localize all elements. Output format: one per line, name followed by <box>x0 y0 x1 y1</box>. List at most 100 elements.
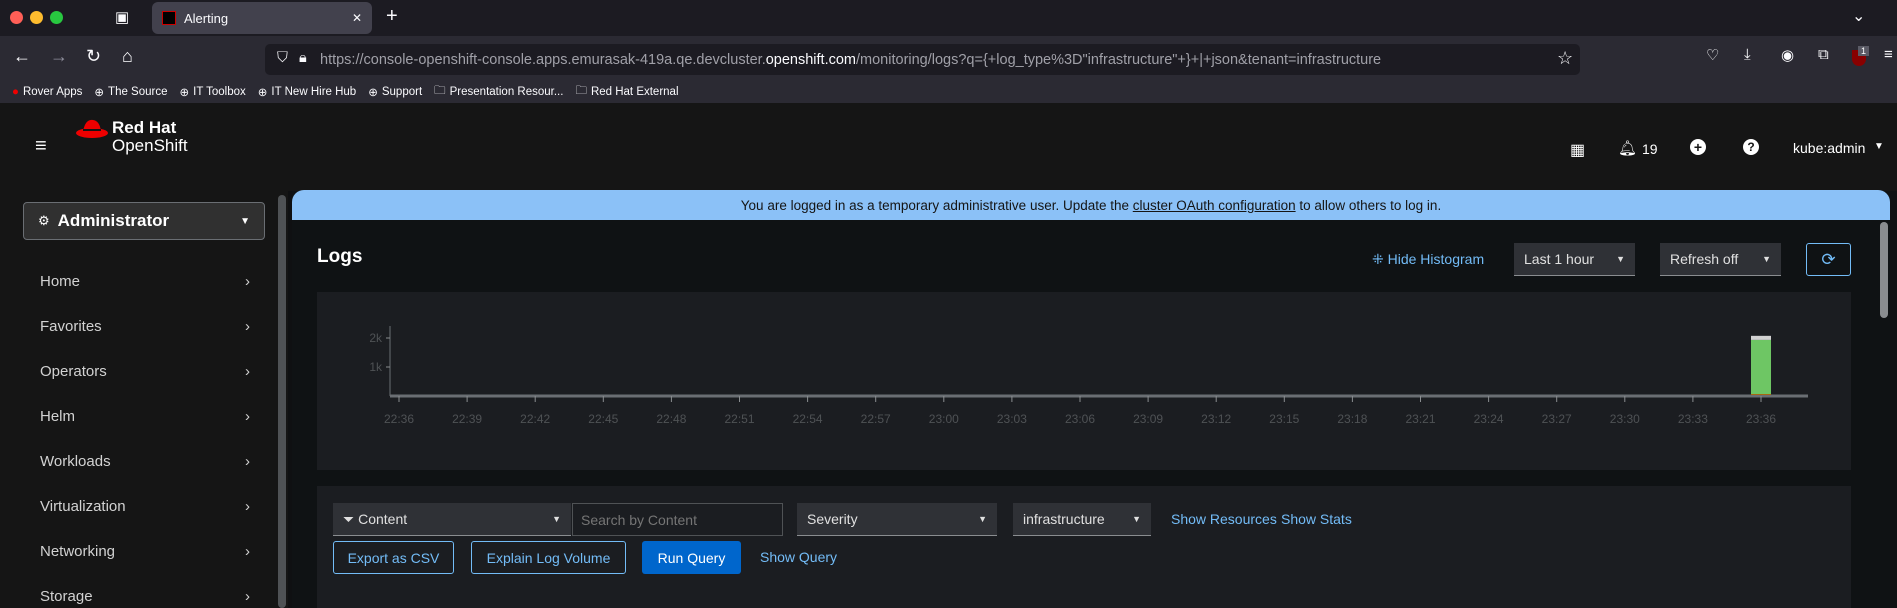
refresh-interval-dropdown[interactable]: Refresh off ▼ <box>1660 243 1781 276</box>
sidebar-item-label: Virtualization <box>40 498 126 515</box>
close-tab-icon[interactable]: ✕ <box>352 11 362 25</box>
redhat-logo-icon[interactable] <box>75 117 109 144</box>
show-stats-link[interactable]: Show Stats <box>1281 511 1352 527</box>
severity-dropdown[interactable]: Severity ▼ <box>797 503 997 536</box>
user-menu[interactable]: kube:admin <box>1793 140 1865 156</box>
chevron-right-icon: › <box>245 543 250 560</box>
reload-icon[interactable]: ↻ <box>86 46 101 67</box>
x-tick-label: 23:18 <box>1337 412 1367 426</box>
import-plus-icon[interactable]: + <box>1690 139 1706 155</box>
sync-icon: ⟳ <box>1821 249 1836 269</box>
sidebar-item-helm[interactable]: Helm › <box>40 408 250 425</box>
bookmark-the-source[interactable]: ⊕ The Source <box>94 85 167 99</box>
download-icon[interactable]: ⤓ <box>1744 46 1751 63</box>
lock-warning-icon[interactable]: 🔒︎ <box>299 50 307 66</box>
maximize-window-button[interactable] <box>50 11 63 24</box>
home-icon[interactable]: ⌂ <box>122 46 133 67</box>
globe-icon: ⊕ <box>179 87 190 99</box>
perspective-label: Administrator <box>57 211 170 230</box>
show-query-link[interactable]: Show Query <box>760 549 837 565</box>
new-tab-button[interactable]: + <box>386 5 398 28</box>
caret-down-icon[interactable]: ▼ <box>1874 141 1884 152</box>
back-arrow-icon[interactable]: ← <box>13 46 31 67</box>
export-csv-button[interactable]: Export as CSV <box>333 541 454 574</box>
x-tick-label: 23:09 <box>1133 412 1163 426</box>
bookmark-it-new-hire-hub[interactable]: ⊕ IT New Hire Hub <box>258 85 356 99</box>
bookmark-it-toolbox[interactable]: ⊕ IT Toolbox <box>180 85 246 99</box>
sidebar-item-label: Helm <box>40 408 76 425</box>
x-tick-label: 22:57 <box>861 412 891 426</box>
sidebar-scrollbar[interactable] <box>278 195 286 608</box>
folder-icon: 🗀 <box>434 84 446 97</box>
sidebar-item-home[interactable]: Home › <box>40 273 250 290</box>
browser-tab-alerting[interactable]: Alerting ✕ <box>152 2 372 34</box>
compress-icon: ⁜ <box>1372 251 1388 267</box>
sidebar-item-workloads[interactable]: Workloads › <box>40 453 250 470</box>
bookmark-presentation-resources[interactable]: 🗀 Presentation Resour... <box>434 83 563 102</box>
cluster-oauth-link[interactable]: cluster OAuth configuration <box>1133 198 1296 213</box>
refresh-interval-value: Refresh off <box>1670 251 1739 267</box>
main-scrollbar[interactable] <box>1880 222 1888 318</box>
show-resources-link[interactable]: Show Resources <box>1171 511 1277 527</box>
cogs-icon: ⚙ <box>38 213 50 228</box>
x-tick-label: 23:30 <box>1610 412 1640 426</box>
brand-line2: OpenShift <box>112 136 188 155</box>
chevron-right-icon: › <box>245 318 250 335</box>
x-tick-label: 23:27 <box>1542 412 1572 426</box>
tab-overview-icon[interactable]: ▣ <box>115 8 129 26</box>
pocket-icon[interactable]: ♡ <box>1706 46 1719 64</box>
filter-icon: ⏷ <box>343 510 359 527</box>
extensions-icon[interactable]: ⧉ <box>1818 46 1829 63</box>
banner-text: to allow others to log in. <box>1295 197 1442 213</box>
tenant-dropdown[interactable]: infrastructure ▼ <box>1013 503 1151 536</box>
run-query-button[interactable]: Run Query <box>642 541 741 574</box>
globe-icon: ⊕ <box>94 87 105 99</box>
hamburger-menu-icon[interactable]: ≡ <box>35 135 47 158</box>
tenant-value: infrastructure <box>1023 511 1105 527</box>
close-window-button[interactable] <box>10 11 23 24</box>
bookmark-star-icon[interactable]: ☆ <box>1557 48 1573 69</box>
x-tick-label: 23:12 <box>1201 412 1231 426</box>
caret-down-icon: ▼ <box>1616 254 1625 264</box>
sidebar-item-storage[interactable]: Storage › <box>40 588 250 605</box>
perspective-switcher[interactable]: ⚙ Administrator ▼ <box>23 202 265 240</box>
bookmark-label: Support <box>381 86 423 98</box>
hide-histogram-button[interactable]: ⁜ Hide Histogram <box>1372 251 1484 268</box>
content-search-input[interactable] <box>572 503 783 536</box>
x-tick-label: 22:36 <box>384 412 414 426</box>
x-tick-label: 22:48 <box>656 412 686 426</box>
app-menu-icon[interactable]: ≡ <box>1884 46 1893 63</box>
account-icon[interactable]: ◉ <box>1781 46 1794 64</box>
help-icon[interactable]: ? <box>1743 139 1759 155</box>
caret-down-icon: ▼ <box>1132 514 1141 524</box>
explain-log-volume-button[interactable]: Explain Log Volume <box>471 541 626 574</box>
histogram-card: 1k 2k 22:36 22:39 22:42 22:45 22:48 22:51 22:54 2… <box>317 292 1851 470</box>
bookmark-red-hat-external[interactable]: 🗀 Red Hat External <box>575 83 678 102</box>
notification-bell-icon[interactable]: 🔔︎ <box>1618 139 1637 157</box>
sidebar-item-operators[interactable]: Operators › <box>40 363 250 380</box>
notifications-count[interactable]: 19 <box>1642 141 1658 157</box>
x-tick-label: 23:00 <box>929 412 959 426</box>
url-bar[interactable]: ⛉ 🔒︎ https://console-openshift-console.a… <box>265 44 1580 75</box>
x-tick-label: 22:54 <box>793 412 823 426</box>
list-tabs-chevron-down-icon[interactable]: ⌄ <box>1852 6 1865 26</box>
chevron-right-icon: › <box>245 498 250 515</box>
bookmark-support[interactable]: ⊕ Support <box>368 85 422 99</box>
sidebar-item-favorites[interactable]: Favorites › <box>40 318 250 335</box>
minimize-window-button[interactable] <box>30 11 43 24</box>
sidebar-item-label: Favorites <box>40 318 102 335</box>
bookmark-label: Red Hat External <box>590 86 679 98</box>
sidebar-item-virtualization[interactable]: Virtualization › <box>40 498 250 515</box>
bookmark-rover-apps[interactable]: ● Rover Apps <box>12 86 82 98</box>
caret-down-icon: ▼ <box>240 215 250 227</box>
shield-icon[interactable]: ⛉ <box>277 50 288 66</box>
sidebar-item-networking[interactable]: Networking › <box>40 543 250 560</box>
bookmark-label: IT New Hire Hub <box>271 86 357 98</box>
sidebar-item-label: Operators <box>40 363 107 380</box>
app-launcher-grid-icon[interactable]: ▦ <box>1570 140 1585 160</box>
forward-arrow-icon[interactable]: → <box>50 46 68 67</box>
x-tick-label: 22:42 <box>520 412 550 426</box>
time-range-dropdown[interactable]: Last 1 hour ▼ <box>1514 243 1635 276</box>
attribute-filter-dropdown[interactable]: ⏷ Content ▼ <box>333 503 571 536</box>
refresh-button[interactable]: ⟳ <box>1806 243 1851 276</box>
